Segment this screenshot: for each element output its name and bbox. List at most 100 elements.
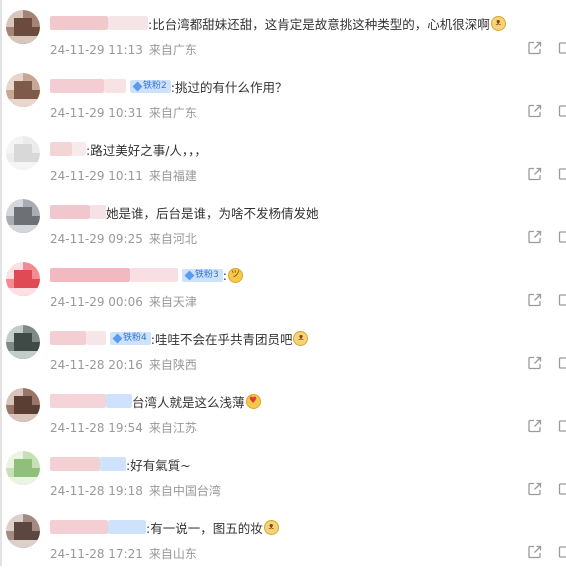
comment-icon[interactable] — [558, 229, 566, 245]
share-icon[interactable] — [527, 229, 543, 245]
username-blurred[interactable] — [50, 79, 104, 93]
share-icon[interactable] — [527, 292, 543, 308]
comment-time: 24-11-29 10:11 — [50, 169, 143, 183]
comment-meta: 24-11-29 10:31 来自广东 — [50, 104, 197, 120]
comment-time: 24-11-28 20:16 — [50, 358, 143, 372]
fan-badge-label: 铁粉2 — [143, 80, 167, 91]
diamond-icon — [132, 81, 143, 91]
comment-text: 她是谁，后台是谁，为啥不发杨倩发她 — [106, 205, 319, 221]
comment-location: 来自陕西 — [148, 358, 197, 372]
comment-time: 24-11-29 11:13 — [50, 43, 143, 57]
username-blurred-tail — [100, 457, 126, 471]
comment-location: 来自福建 — [148, 169, 197, 183]
username-blurred-tail — [90, 205, 106, 219]
username-blurred[interactable] — [50, 16, 108, 30]
comment-line: 铁粉3: ツ — [50, 266, 243, 284]
username-blurred[interactable] — [50, 457, 100, 471]
comment-text: :挑过的有什么作用？ — [170, 79, 288, 95]
fan-badge: 铁粉4 — [110, 331, 151, 345]
comment-item: 铁粉2:挑过的有什么作用？ 24-11-29 10:31 来自广东 — [0, 65, 566, 128]
comment-meta: 24-11-28 19:54 来自江苏 — [50, 419, 197, 435]
comment-time: 24-11-29 09:25 — [50, 232, 143, 246]
comment-line: :比台湾都甜妹还甜，这肯定是故意挑这种类型的，心机很深啊 ᴥ — [50, 14, 506, 32]
cat-icon: ᴥ — [293, 330, 309, 346]
comment-text: :好有氣質~ — [126, 457, 191, 473]
share-icon[interactable] — [527, 544, 543, 560]
comment-line: 铁粉2:挑过的有什么作用？ — [50, 77, 287, 95]
avatar[interactable] — [6, 325, 40, 359]
comment-icon[interactable] — [558, 292, 566, 308]
comment-icon[interactable] — [558, 166, 566, 182]
comment-time: 24-11-28 19:18 — [50, 484, 143, 498]
comment-text: :哇哇不会在乎共青团员吧 — [150, 331, 293, 347]
comment-location: 来自广东 — [148, 43, 197, 57]
comment-text: : — [222, 267, 227, 283]
comment-line: 铁粉4:哇哇不会在乎共青团员吧 ᴥ — [50, 329, 309, 347]
comment-location: 来自江苏 — [148, 421, 197, 435]
username-blurred[interactable] — [50, 520, 108, 534]
diamond-icon — [184, 270, 195, 280]
comment-line: :路过美好之事/人，，， — [50, 140, 207, 158]
username-blurred[interactable] — [50, 394, 106, 408]
comment-line: 台湾人就是这么浅薄 ♥ — [50, 392, 261, 410]
comment-meta: 24-11-29 11:13 来自广东 — [50, 41, 197, 57]
comment-line: :有一说一，图五的妆 ᴥ — [50, 518, 279, 536]
comment-icon[interactable] — [558, 418, 566, 434]
avatar[interactable] — [6, 73, 40, 107]
avatar[interactable] — [6, 262, 40, 296]
avatar[interactable] — [6, 451, 40, 485]
comment-text: 台湾人就是这么浅薄 — [132, 394, 245, 410]
comment-item: :路过美好之事/人，，， 24-11-29 10:11 来自福建 — [0, 128, 566, 191]
username-blurred-tail — [104, 79, 126, 93]
diamond-icon — [112, 333, 123, 343]
avatar[interactable] — [6, 199, 40, 233]
share-icon[interactable] — [527, 103, 543, 119]
fan-badge-label: 铁粉4 — [123, 332, 147, 343]
comment-time: 24-11-29 10:31 — [50, 106, 143, 120]
comment-time: 24-11-28 19:54 — [50, 421, 143, 435]
comment-icon[interactable] — [558, 544, 566, 560]
comment-icon[interactable] — [558, 40, 566, 56]
share-icon[interactable] — [527, 40, 543, 56]
username-blurred[interactable] — [50, 205, 90, 219]
fan-badge-label: 铁粉3 — [195, 269, 219, 280]
comment-icon[interactable] — [558, 355, 566, 371]
comment-time: 24-11-29 00:06 — [50, 295, 143, 309]
comment-item: 台湾人就是这么浅薄 ♥ 24-11-28 19:54 来自江苏 — [0, 380, 566, 443]
comment-item: 铁粉3: ツ 24-11-29 00:06 来自天津 — [0, 254, 566, 317]
username-blurred[interactable] — [50, 331, 86, 345]
comment-location: 来自天津 — [148, 295, 197, 309]
laugh-cry-icon: ツ — [227, 267, 243, 283]
comment-text: :有一说一，图五的妆 — [146, 520, 263, 536]
share-icon[interactable] — [527, 166, 543, 182]
avatar[interactable] — [6, 514, 40, 548]
username-blurred[interactable] — [50, 142, 72, 156]
share-icon[interactable] — [527, 418, 543, 434]
comment-item: :有一说一，图五的妆 ᴥ 24-11-28 17:21 来自山东 — [0, 506, 566, 569]
comment-item: :比台湾都甜妹还甜，这肯定是故意挑这种类型的，心机很深啊 ᴥ 24-11-29 11… — [0, 2, 566, 65]
comment-line: 她是谁，后台是谁，为啥不发杨倩发她 — [50, 203, 319, 221]
username-blurred[interactable] — [50, 268, 130, 282]
avatar[interactable] — [6, 136, 40, 170]
comment-meta: 24-11-28 17:21 来自山东 — [50, 545, 197, 561]
share-icon[interactable] — [527, 355, 543, 371]
comment-location: 来自广东 — [148, 106, 197, 120]
share-icon[interactable] — [527, 481, 543, 497]
username-blurred-tail — [86, 331, 106, 345]
username-blurred-tail — [106, 394, 132, 408]
comment-meta: 24-11-29 10:11 来自福建 — [50, 167, 197, 183]
avatar[interactable] — [6, 388, 40, 422]
avatar[interactable] — [6, 10, 40, 44]
comment-meta: 24-11-29 00:06 来自天津 — [50, 293, 197, 309]
comment-text: :路过美好之事/人，，， — [86, 142, 207, 158]
username-blurred-tail — [108, 520, 146, 534]
fan-badge: 铁粉3 — [182, 268, 223, 282]
comment-meta: 24-11-28 19:18 来自中国台湾 — [50, 482, 221, 498]
comment-icon[interactable] — [558, 481, 566, 497]
comment-text: :比台湾都甜妹还甜，这肯定是故意挑这种类型的，心机很深啊 — [148, 16, 490, 32]
comment-item: 她是谁，后台是谁，为啥不发杨倩发她 24-11-29 09:25 来自河北 — [0, 191, 566, 254]
comment-location: 来自山东 — [148, 547, 197, 561]
comment-icon[interactable] — [558, 103, 566, 119]
comment-list: :比台湾都甜妹还甜，这肯定是故意挑这种类型的，心机很深啊 ᴥ 24-11-29 11… — [0, 0, 566, 566]
cat-icon: ᴥ — [263, 519, 279, 535]
